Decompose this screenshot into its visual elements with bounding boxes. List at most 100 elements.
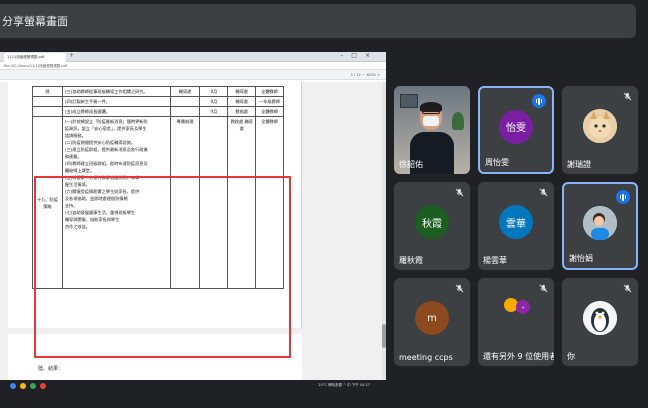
- cell-unit: [169, 106, 201, 117]
- presentation-banner: 分享螢幕畫面: [0, 4, 636, 38]
- text-line: (五)成立教師成長團體。: [64, 109, 110, 114]
- mic-muted-icon: [455, 188, 464, 197]
- text-line: 支持。: [64, 203, 78, 208]
- text-line: (七)協助發展健康生活，重視班級學生: [64, 210, 136, 215]
- meet-window: 分享螢幕畫面 11(1)班級經營規劃.pdf + –□× file:///C:/…: [0, 0, 648, 408]
- cell-freq: 9月: [199, 96, 229, 107]
- text-line: 疫資訊，設立「安心宿舍」，提供家長及學生: [64, 126, 147, 131]
- browser-tab[interactable]: 11(1)班級經營規劃.pdf: [4, 53, 66, 62]
- banner-title: 分享螢幕畫面: [2, 15, 68, 28]
- participant-name: meeting ccps: [399, 353, 453, 362]
- avatar-initials: 怡雯: [506, 123, 526, 135]
- participant-tile[interactable]: 謝怡娟: [562, 182, 638, 270]
- cell-category: [32, 106, 63, 117]
- participant-tile[interactable]: m meeting ccps: [394, 278, 470, 366]
- participant-tile[interactable]: 秋霞 羅秋霞: [394, 182, 470, 270]
- speaking-indicator-icon: [616, 190, 630, 204]
- text-line: (三)協助教師從事班級輔導工作相關之研究。: [64, 89, 148, 94]
- participant-name: 你: [567, 352, 575, 361]
- cell-host: 教務處: [227, 106, 257, 117]
- participant-name: 徐韶佑: [399, 160, 423, 169]
- text-line: 握生活情境。: [64, 182, 90, 187]
- participant-avatar: m: [415, 301, 449, 336]
- text-line: 務連繫。: [64, 154, 82, 159]
- avatar-initials: m: [427, 312, 437, 324]
- participant-name: 羅秋霞: [399, 256, 423, 265]
- cell-attendees: 一年級教師: [255, 96, 284, 107]
- participant-tile[interactable]: 謝瑞證: [562, 86, 638, 174]
- taskbar-status: 25°C 晴時多雲 ^ 中 下午 04:27: [318, 383, 370, 387]
- scrollbar-thumb[interactable]: [382, 324, 386, 348]
- text-line: 諮詢服務。: [64, 133, 86, 138]
- window-controls-icon[interactable]: –□×: [340, 52, 378, 59]
- pdf-tools[interactable]: 1 / 12 − 100% +: [351, 70, 380, 80]
- participant-name: 周怡雯: [485, 158, 509, 167]
- document-page-2: [8, 334, 302, 380]
- browser-tab-bar: 11(1)班級經營規劃.pdf + –□×: [0, 52, 386, 62]
- cell-attendees: 全體教師: [255, 106, 284, 117]
- cell-category: [32, 96, 63, 107]
- cell-unit: 專責辦理: [169, 116, 201, 289]
- taskbar: 25°C 晴時多雲 ^ 中 下午 04:27: [0, 380, 386, 392]
- taskbar-chrome-icon[interactable]: [30, 383, 36, 389]
- text-line: 及各項協助，並即時處理個別情緒: [64, 196, 128, 201]
- text-line: (三)建立防疫群組，提供最新消息及各行政業: [64, 147, 148, 152]
- cell-unit: 輔導處: [169, 86, 201, 97]
- participant-tile[interactable]: 雲華 楊雲華: [478, 182, 554, 270]
- participant-avatar: 怡雯: [499, 109, 533, 144]
- taskbar-pdf-icon[interactable]: [40, 383, 46, 389]
- participant-name: 謝瑞證: [567, 160, 591, 169]
- participant-tile[interactable]: 徐韶佑: [394, 86, 470, 174]
- cell-attendees: 全體教師: [255, 86, 284, 97]
- more-participants-icon: +: [504, 298, 532, 314]
- avatar-initials: 雲華: [506, 218, 526, 230]
- text-line: 觸碰線上課堂。: [64, 168, 95, 173]
- text-line: (四)訂製新生手冊一件。: [64, 99, 110, 104]
- page2-heading: 陸、結果：: [38, 366, 64, 372]
- speaking-indicator-icon: [532, 94, 546, 108]
- cell-text: (三)協助教師從事班級輔導工作相關之研究。: [61, 86, 171, 97]
- cell-unit: [169, 96, 201, 107]
- cell-freq: 8月: [199, 86, 229, 97]
- text-line: 合作之效益。: [64, 224, 90, 229]
- mic-muted-icon: [623, 284, 632, 293]
- photo-avatar-icon: [583, 205, 617, 240]
- taskbar-app-icon[interactable]: [10, 383, 16, 389]
- participant-name: 謝怡娟: [569, 254, 593, 263]
- cell-category: 十九、防疫 策略: [32, 116, 63, 289]
- penguin-avatar-icon: [583, 301, 617, 336]
- cell-host: 教務處 輔導處: [227, 116, 257, 289]
- mic-muted-icon: [623, 92, 632, 101]
- participant-tile[interactable]: 怡雯 周怡雯: [478, 86, 554, 174]
- table-row-highlighted: 十九、防疫 策略 (一)於校網設立「防疫最新消息」隨時更新防 疫資訊，設立「安心宿舍…: [32, 116, 284, 289]
- new-tab-icon[interactable]: +: [69, 52, 74, 59]
- text-line: (五)與健康中心保持聯繫追蹤狀況，以掌: [64, 175, 140, 180]
- participant-name: 楊雲華: [483, 256, 507, 265]
- participant-tile[interactable]: 你: [562, 278, 638, 366]
- participant-avatar: 秋霞: [415, 205, 449, 240]
- document-page: 感 (三)協助教師從事班級輔導工作相關之研究。 輔導處 8月 輔導處 全體教師 (四)訂製新…: [8, 82, 302, 328]
- cell-text: (一)於校網設立「防疫最新消息」隨時更新防 疫資訊，設立「安心宿舍」，提供家長及學…: [61, 116, 171, 289]
- cell-freq: [199, 116, 229, 289]
- text-line: (四)教師建立班級群組，即時布達防疫訊息及: [64, 161, 148, 166]
- avatar-initials: 秋霞: [422, 218, 442, 230]
- cell-text: (四)訂製新生手冊一件。: [61, 96, 171, 107]
- text-line: (二)防疫期間提供安心防疫輔導諮詢。: [64, 140, 136, 145]
- cell-freq: 9月: [199, 106, 229, 117]
- participant-tile[interactable]: + 還有另外 9 位使用者: [478, 278, 554, 366]
- address-bar[interactable]: file:///C:/Users/11(1)班級經營規劃.pdf: [0, 62, 386, 70]
- text-line: 輔導與關懷，協助家長與學生: [64, 217, 120, 222]
- text-line: (六)關懷受疫情影響之學生與家長，提供: [64, 189, 140, 194]
- table-row: (四)訂製新生手冊一件。 9月 輔導處 一年級教師: [32, 96, 284, 107]
- taskbar-folder-icon[interactable]: [20, 383, 26, 389]
- mic-muted-icon: [455, 284, 464, 293]
- address-url[interactable]: file:///C:/Users/11(1)班級經營規劃.pdf: [4, 62, 67, 70]
- mic-muted-icon: [539, 284, 548, 293]
- plan-table: 感 (三)協助教師從事班級輔導工作相關之研究。 輔導處 8月 輔導處 全體教師 (四)訂製新…: [32, 86, 284, 289]
- shared-screen[interactable]: 11(1)班級經營規劃.pdf + –□× file:///C:/Users/1…: [0, 52, 386, 392]
- participant-name: 還有另外 9 位使用者: [483, 352, 554, 361]
- document-viewer[interactable]: 感 (三)協助教師從事班級輔導工作相關之研究。 輔導處 8月 輔導處 全體教師 (四)訂製新…: [0, 82, 386, 380]
- table-row: 感 (三)協助教師從事班級輔導工作相關之研究。 輔導處 8月 輔導處 全體教師: [32, 86, 284, 97]
- pdf-toolbar: 1 / 12 − 100% +: [0, 70, 386, 80]
- cell-attendees: 全體教師: [255, 116, 284, 289]
